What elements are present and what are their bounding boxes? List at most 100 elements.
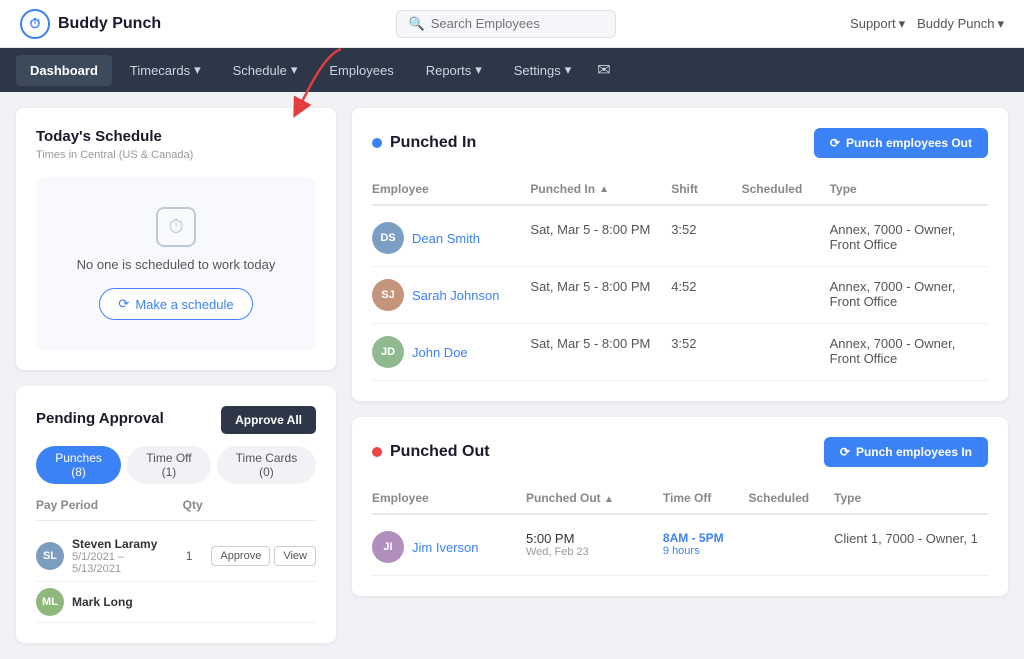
employee-cell-sarah: SJ Sarah Johnson <box>372 279 530 311</box>
type-john: Annex, 7000 - Owner, Front Office <box>830 336 988 366</box>
pending-table-header: Pay Period Qty <box>36 498 316 521</box>
row-sarah-johnson: SJ Sarah Johnson Sat, Mar 5 - 8:00 PM 4:… <box>372 267 988 324</box>
search-icon: 🔍 <box>409 16 425 32</box>
sort-icon: ▲ <box>599 184 609 195</box>
approve-steven-button[interactable]: Approve <box>211 546 270 566</box>
refresh-icon: ⟳ <box>840 445 850 459</box>
user-menu[interactable]: Buddy Punch ▾ <box>917 16 1004 32</box>
envelope-icon[interactable]: ✉ <box>597 60 610 80</box>
type-sarah: Annex, 7000 - Owner, Front Office <box>830 279 988 309</box>
punchedin-sarah: Sat, Mar 5 - 8:00 PM <box>530 279 671 294</box>
avatar-dean: DS <box>372 222 404 254</box>
steven-name: Steven Laramy <box>72 537 167 551</box>
punchedin-dean: Sat, Mar 5 - 8:00 PM <box>530 222 671 237</box>
type-jim: Client 1, 7000 - Owner, 1 <box>834 531 988 546</box>
punched-out-card: Punched Out ⟳ Punch employees In Employe… <box>352 417 1008 596</box>
nav-item-dashboard[interactable]: Dashboard <box>16 55 112 86</box>
nav-item-employees[interactable]: Employees <box>315 55 407 86</box>
make-schedule-button[interactable]: ⟳ Make a schedule <box>99 288 252 320</box>
avatar-jim: JI <box>372 531 404 563</box>
punchedin-john: Sat, Mar 5 - 8:00 PM <box>530 336 671 351</box>
avatar-mark: ML <box>36 588 64 616</box>
punched-in-title: Punched In <box>372 134 476 152</box>
th-punched-in: Punched In ▲ <box>530 182 671 196</box>
search-input[interactable] <box>431 16 603 31</box>
pending-tabs-row: Punches (8) Time Off (1) Time Cards (0) <box>36 446 316 484</box>
name-john[interactable]: John Doe <box>412 345 468 360</box>
approve-all-button[interactable]: Approve All <box>221 406 316 434</box>
top-bar: ⏱ Buddy Punch 🔍 Support ▾ Buddy Punch ▾ <box>0 0 1024 48</box>
steven-qty: 1 <box>175 549 203 563</box>
type-dean: Annex, 7000 - Owner, Front Office <box>830 222 988 252</box>
logo-icon: ⏱ <box>20 9 50 39</box>
pending-approval-card: Pending Approval Approve All Punches (8)… <box>16 386 336 643</box>
todays-schedule-title: Today's Schedule <box>36 128 316 145</box>
nav-bar: Dashboard Timecards ▾ Schedule ▾ Employe… <box>0 48 1024 92</box>
pending-title-row: Pending Approval Approve All <box>36 406 316 434</box>
punchedout-jim: 5:00 PM Wed, Feb 23 <box>526 531 663 558</box>
punch-out-button[interactable]: ⟳ Punch employees Out <box>814 128 988 158</box>
tab-punches[interactable]: Punches (8) <box>36 446 121 484</box>
main-content: Today's Schedule Times in Central (US & … <box>0 92 1024 659</box>
nav-item-schedule[interactable]: Schedule ▾ <box>219 54 312 86</box>
punchedout-jim-time: 5:00 PM <box>526 531 663 546</box>
steven-date: 5/1/2021 – 5/13/2021 <box>72 551 167 575</box>
th-shift: Shift <box>671 182 741 196</box>
chevron-down-icon: ▾ <box>899 16 906 32</box>
name-jim[interactable]: Jim Iverson <box>412 540 478 555</box>
punched-in-table-header: Employee Punched In ▲ Shift Scheduled Ty… <box>372 174 988 206</box>
sort-icon: ▲ <box>604 494 614 505</box>
name-dean[interactable]: Dean Smith <box>412 231 480 246</box>
steven-info: Steven Laramy 5/1/2021 – 5/13/2021 <box>72 537 167 575</box>
nav-item-reports[interactable]: Reports ▾ <box>412 54 496 86</box>
col-actions <box>216 498 316 512</box>
avatar-steven: SL <box>36 542 64 570</box>
mark-info: Mark Long <box>72 595 247 609</box>
nav-item-settings[interactable]: Settings ▾ <box>500 54 586 86</box>
th-employee: Employee <box>372 182 530 196</box>
punched-in-header: Punched In ⟳ Punch employees Out <box>372 128 988 158</box>
status-dot-red <box>372 447 382 457</box>
shift-sarah: 4:52 <box>671 279 741 294</box>
row-jim-iverson: JI Jim Iverson 5:00 PM Wed, Feb 23 8AM -… <box>372 519 988 576</box>
th-timeoff: Time Off <box>663 491 749 505</box>
th-type-out: Type <box>834 491 988 505</box>
mark-name: Mark Long <box>72 595 247 609</box>
steven-actions: Approve View <box>211 546 316 566</box>
th-type: Type <box>830 182 988 196</box>
tab-timecards[interactable]: Time Cards (0) <box>217 446 316 484</box>
punch-in-button[interactable]: ⟳ Punch employees In <box>824 437 988 467</box>
timeoff-jim: 8AM - 5PM 9 hours <box>663 531 749 557</box>
search-bar: 🔍 <box>396 10 616 38</box>
shift-dean: 3:52 <box>671 222 741 237</box>
employee-cell-dean: DS Dean Smith <box>372 222 530 254</box>
shift-john: 3:52 <box>671 336 741 351</box>
todays-schedule-subtitle: Times in Central (US & Canada) <box>36 149 316 161</box>
chevron-down-icon: ▾ <box>291 62 298 78</box>
punched-out-header: Punched Out ⟳ Punch employees In <box>372 437 988 467</box>
punched-in-card: Punched In ⟳ Punch employees Out Employe… <box>352 108 1008 401</box>
logo: ⏱ Buddy Punch <box>20 9 161 39</box>
pending-row-mark: ML Mark Long <box>36 582 316 623</box>
chevron-down-icon: ▾ <box>475 62 482 78</box>
top-right: Support ▾ Buddy Punch ▾ <box>850 16 1004 32</box>
punched-out-title: Punched Out <box>372 443 490 461</box>
support-link[interactable]: Support ▾ <box>850 16 905 32</box>
col-qty: Qty <box>183 498 216 512</box>
punchedout-jim-date: Wed, Feb 23 <box>526 546 663 558</box>
name-sarah[interactable]: Sarah Johnson <box>412 288 499 303</box>
th-scheduled: Scheduled <box>742 182 830 196</box>
avatar-john: JD <box>372 336 404 368</box>
employee-cell-jim: JI Jim Iverson <box>372 531 526 563</box>
left-column: Today's Schedule Times in Central (US & … <box>16 108 336 643</box>
timeoff-jim-range[interactable]: 8AM - 5PM <box>663 531 749 545</box>
chevron-down-icon: ▾ <box>997 16 1004 32</box>
nav-item-timecards[interactable]: Timecards ▾ <box>116 54 215 86</box>
todays-schedule-card: Today's Schedule Times in Central (US & … <box>16 108 336 370</box>
pending-row-steven: SL Steven Laramy 5/1/2021 – 5/13/2021 1 … <box>36 531 316 582</box>
schedule-empty-state: ⏱ No one is scheduled to work today ⟳ Ma… <box>36 177 316 350</box>
tab-timeoff[interactable]: Time Off (1) <box>127 446 211 484</box>
clock-icon: ⏱ <box>156 207 196 247</box>
view-steven-button[interactable]: View <box>274 546 316 566</box>
right-column: Punched In ⟳ Punch employees Out Employe… <box>352 108 1008 643</box>
